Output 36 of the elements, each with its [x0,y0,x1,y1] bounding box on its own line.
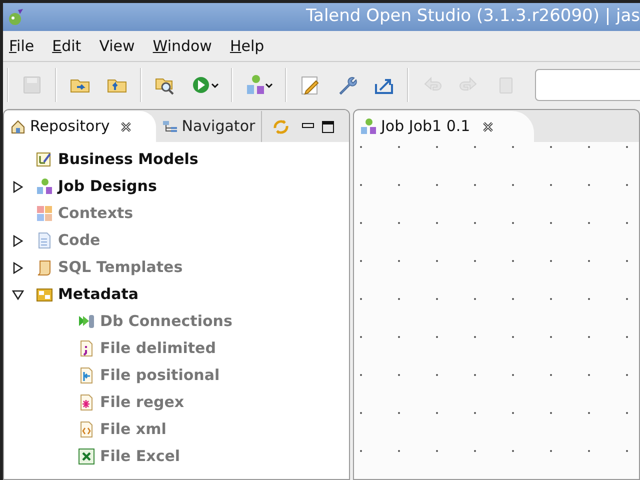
database-icon [78,313,95,330]
tree-item[interactable]: Job Designs [58,175,157,198]
search-field[interactable] [535,68,640,100]
expander-icon[interactable] [12,288,24,300]
menu-item[interactable]: Edit [50,34,84,58]
close-icon[interactable] [482,120,494,132]
file-icon [78,367,95,384]
tree-item[interactable]: Business Models [58,148,198,171]
close-icon[interactable] [120,120,132,132]
menu-item[interactable]: View [97,34,137,58]
tree-icon [162,118,178,134]
tree-item[interactable]: Metadata [58,283,139,306]
file-icon [78,421,95,438]
job-icon [360,118,377,135]
diagram-icon [36,151,53,168]
job-icon [36,178,53,195]
house-icon [10,118,26,134]
grid-icon [36,205,53,222]
document-icon [36,232,53,249]
pencil-icon[interactable] [299,74,321,96]
file-icon [78,340,95,357]
editor-tab[interactable]: Job Job1 0.1 [354,111,534,142]
window-title: Talend Open Studio (3.1.3.r26090) | jas [304,5,640,28]
menu-item[interactable]: Window [150,34,214,58]
expander-icon[interactable] [12,180,24,192]
maximize-icon[interactable] [322,121,334,133]
file-icon [78,394,95,411]
folder-icon [36,286,53,303]
app-icon [7,8,25,26]
minimize-icon[interactable] [302,123,314,128]
job-icon[interactable] [245,74,273,96]
scroll-icon [36,259,53,276]
menu-item[interactable]: Help [228,34,266,58]
panel-tab[interactable]: Repository [4,111,156,142]
spreadsheet-icon [78,448,95,465]
menu-item[interactable]: File [7,34,36,58]
